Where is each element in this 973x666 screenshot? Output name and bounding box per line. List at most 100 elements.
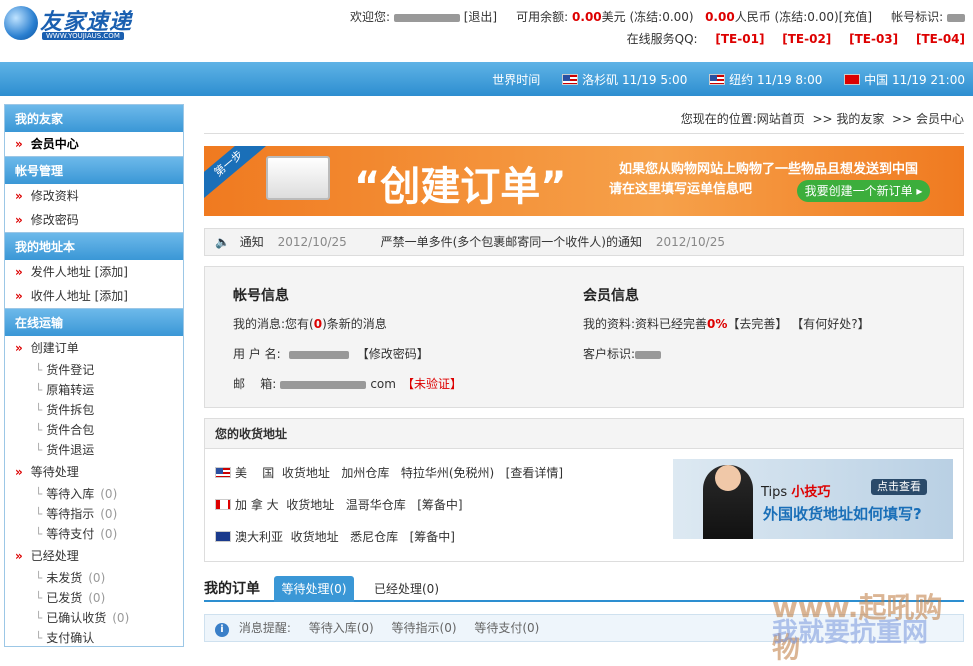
tab-pending[interactable]: 等待处理(0) xyxy=(274,576,354,602)
masked-email xyxy=(280,380,367,389)
account-summary: 欢迎您: [退出] 可用余额: 0.00美元 (冻结:0.00) 0.00人民币… xyxy=(350,8,965,25)
sidebar-sub-label: 已确认收货 xyxy=(46,611,107,625)
speaker-icon: 🔈 xyxy=(215,235,230,249)
logo-url: WWW.YOUJIAUS.COM xyxy=(42,32,124,40)
view-details-link[interactable]: [查看详情] xyxy=(506,466,563,480)
qq-link-3[interactable]: [TE-03] xyxy=(849,32,898,46)
tree-branch-icon: └ xyxy=(35,363,43,377)
sidebar-sub-item[interactable]: └ 货件登记 xyxy=(5,360,183,380)
sidebar-sub-label: 货件登记 xyxy=(46,363,95,377)
sidebar-heading-account[interactable]: 帐号管理 xyxy=(5,156,183,184)
australia-flag-icon xyxy=(215,531,231,542)
sidebar-sub-label: 等待指示 xyxy=(46,507,95,521)
sidebar-sub-item[interactable]: └ 等待支付 (0) xyxy=(5,524,183,544)
cny-balance: 0.00 xyxy=(705,10,735,24)
sidebar-sub-label: 未发货 xyxy=(46,571,83,585)
sidebar-item-pending[interactable]: » 等待处理 xyxy=(5,460,183,484)
qq-link-4[interactable]: [TE-04] xyxy=(916,32,965,46)
change-password-link[interactable]: 【修改密码】 xyxy=(357,347,429,361)
status-preparing: [筹备中] xyxy=(409,530,455,544)
unverified-link[interactable]: 【未验证】 xyxy=(402,377,462,391)
reminder-awaiting-payment[interactable]: 等待支付(0) xyxy=(474,621,539,635)
sidebar-sub-item[interactable]: └ 等待指示 (0) xyxy=(5,504,183,524)
tree-branch-icon: └ xyxy=(35,403,43,417)
benefit-link[interactable]: 【有何好处?】 xyxy=(791,317,869,331)
breadcrumb: 您现在的位置:网站首页 >> 我的友家 >> 会员中心 xyxy=(204,110,964,134)
sidebar-item-member-center[interactable]: » 会员中心 xyxy=(5,132,183,156)
breadcrumb-my-youjia[interactable]: 我的友家 xyxy=(836,112,884,126)
reminder-awaiting-instruction[interactable]: 等待指示(0) xyxy=(392,621,457,635)
qq-link-2[interactable]: [TE-02] xyxy=(782,32,831,46)
reminder-awaiting-storage[interactable]: 等待入库(0) xyxy=(309,621,374,635)
tips-question: 外国收货地址如何填写? xyxy=(763,505,922,523)
address-row-ca: 加 拿 大 收货地址 温哥华仓库 [筹备中] xyxy=(215,495,463,515)
account-id-label: 帐号标识: xyxy=(891,10,944,24)
sidebar-item-processed[interactable]: » 已经处理 xyxy=(5,544,183,568)
sidebar-sub-item[interactable]: └ 货件合包 xyxy=(5,420,183,440)
arrow-icon: » xyxy=(15,137,23,151)
us-flag-icon xyxy=(215,467,231,478)
sidebar: 我的友家 » 会员中心 帐号管理 » 修改资料 » 修改密码 我的地址本 » 发件人地址… xyxy=(4,104,184,647)
my-orders-title: 我的订单 xyxy=(204,581,260,597)
address-tips-banner[interactable]: Tips 小技巧 外国收货地址如何填写? 点击查看 xyxy=(673,459,953,539)
client-id-row: 客户标识: xyxy=(583,339,870,369)
address-type: 收货地址 xyxy=(290,530,339,544)
sidebar-sub-item[interactable]: └ 原箱转运 xyxy=(5,380,183,400)
sidebar-item-receiver[interactable]: » 收件人地址 [添加] xyxy=(5,284,183,308)
username-row: 用 户 名: 【修改密码】 xyxy=(233,339,462,369)
create-order-banner[interactable]: 第一步 “创建订单” 如果您从购物网站上购物了一些物品且想发送到中国 请在这里填… xyxy=(204,146,964,216)
banner-line-2: 请在这里填写运单信息吧 xyxy=(609,182,753,197)
add-sender-link[interactable]: [添加] xyxy=(95,265,128,279)
sidebar-heading-online-ship[interactable]: 在线运输 xyxy=(5,308,183,336)
complete-profile-link[interactable]: 【去完善】 xyxy=(727,317,787,331)
laptop-icon xyxy=(266,156,330,200)
sidebar-sub-item[interactable]: └ 货件拆包 xyxy=(5,400,183,420)
sidebar-sub-item[interactable]: └ 已确认收货 (0) xyxy=(5,608,183,628)
site-logo[interactable]: 友家速递 WWW.YOUJIAUS.COM xyxy=(4,4,134,44)
sidebar-sub-item[interactable]: └ 货件退运 xyxy=(5,440,183,460)
tips-view-button[interactable]: 点击查看 xyxy=(871,479,927,495)
sidebar-sub-label: 货件退运 xyxy=(46,443,95,457)
reminder-label: 消息提醒: xyxy=(238,621,291,635)
breadcrumb-sep: >> xyxy=(892,112,916,126)
tree-branch-icon: └ xyxy=(35,507,43,521)
arrow-icon: » xyxy=(15,465,23,479)
sidebar-item-sender[interactable]: » 发件人地址 [添加] xyxy=(5,260,183,284)
sidebar-item-edit-password[interactable]: » 修改密码 xyxy=(5,208,183,232)
account-panel: 帐号信息 我的消息:您有(0)条新的消息 用 户 名: 【修改密码】 邮 箱: co… xyxy=(204,266,964,408)
sub-count: (0) xyxy=(88,591,106,605)
sidebar-heading-address-book[interactable]: 我的地址本 xyxy=(5,232,183,260)
breadcrumb-home[interactable]: 网站首页 xyxy=(757,112,805,126)
recharge-link[interactable]: [充值] xyxy=(839,10,872,24)
sidebar-item-create-order[interactable]: » 创建订单 xyxy=(5,336,183,360)
tab-processed[interactable]: 已经处理(0) xyxy=(374,576,439,602)
cn-city: 中国 xyxy=(864,73,889,87)
sidebar-sub-item[interactable]: └ 已发货 (0) xyxy=(5,588,183,608)
sidebar-item-edit-profile[interactable]: » 修改资料 xyxy=(5,184,183,208)
sidebar-sub-item[interactable]: └ 等待入库 (0) xyxy=(5,484,183,504)
presenter-face xyxy=(715,465,741,491)
create-new-order-button[interactable]: 我要创建一个新订单 ▸ xyxy=(797,180,930,202)
breadcrumb-member-center[interactable]: 会员中心 xyxy=(916,112,964,126)
world-time-label: 世界时间 xyxy=(492,73,541,87)
arrow-icon: » xyxy=(15,289,23,303)
notice-link[interactable]: 严禁一单多件(多个包裹邮寄同一个收件人)的通知 xyxy=(381,235,642,249)
message-count[interactable]: 0 xyxy=(314,317,322,331)
logout-link[interactable]: [退出] xyxy=(464,10,497,24)
ny-city: 纽约 xyxy=(729,73,754,87)
sidebar-heading-my-youjia[interactable]: 我的友家 xyxy=(5,104,183,132)
sidebar-sub-item[interactable]: └ 支付确认 xyxy=(5,628,183,646)
add-receiver-link[interactable]: [添加] xyxy=(95,289,128,303)
arrow-icon: » xyxy=(15,265,23,279)
sidebar-sub-item[interactable]: └ 未发货 (0) xyxy=(5,568,183,588)
sidebar-sub-label: 支付确认 xyxy=(46,631,95,645)
sidebar-item-label: 修改密码 xyxy=(30,213,79,227)
sidebar-sub-label: 等待支付 xyxy=(46,527,95,541)
profile-row: 我的资料:资料已经完善0%【去完善】 【有何好处?】 xyxy=(583,309,870,339)
sub-count: (0) xyxy=(88,571,106,585)
account-info-title: 帐号信息 xyxy=(233,288,289,304)
member-info: 会员信息 我的资料:资料已经完善0%【去完善】 【有何好处?】 客户标识: xyxy=(583,285,870,369)
qq-link-1[interactable]: [TE-01] xyxy=(715,32,764,46)
tips-label: Tips xyxy=(761,485,788,500)
username-label: 用 户 名: xyxy=(233,347,281,361)
